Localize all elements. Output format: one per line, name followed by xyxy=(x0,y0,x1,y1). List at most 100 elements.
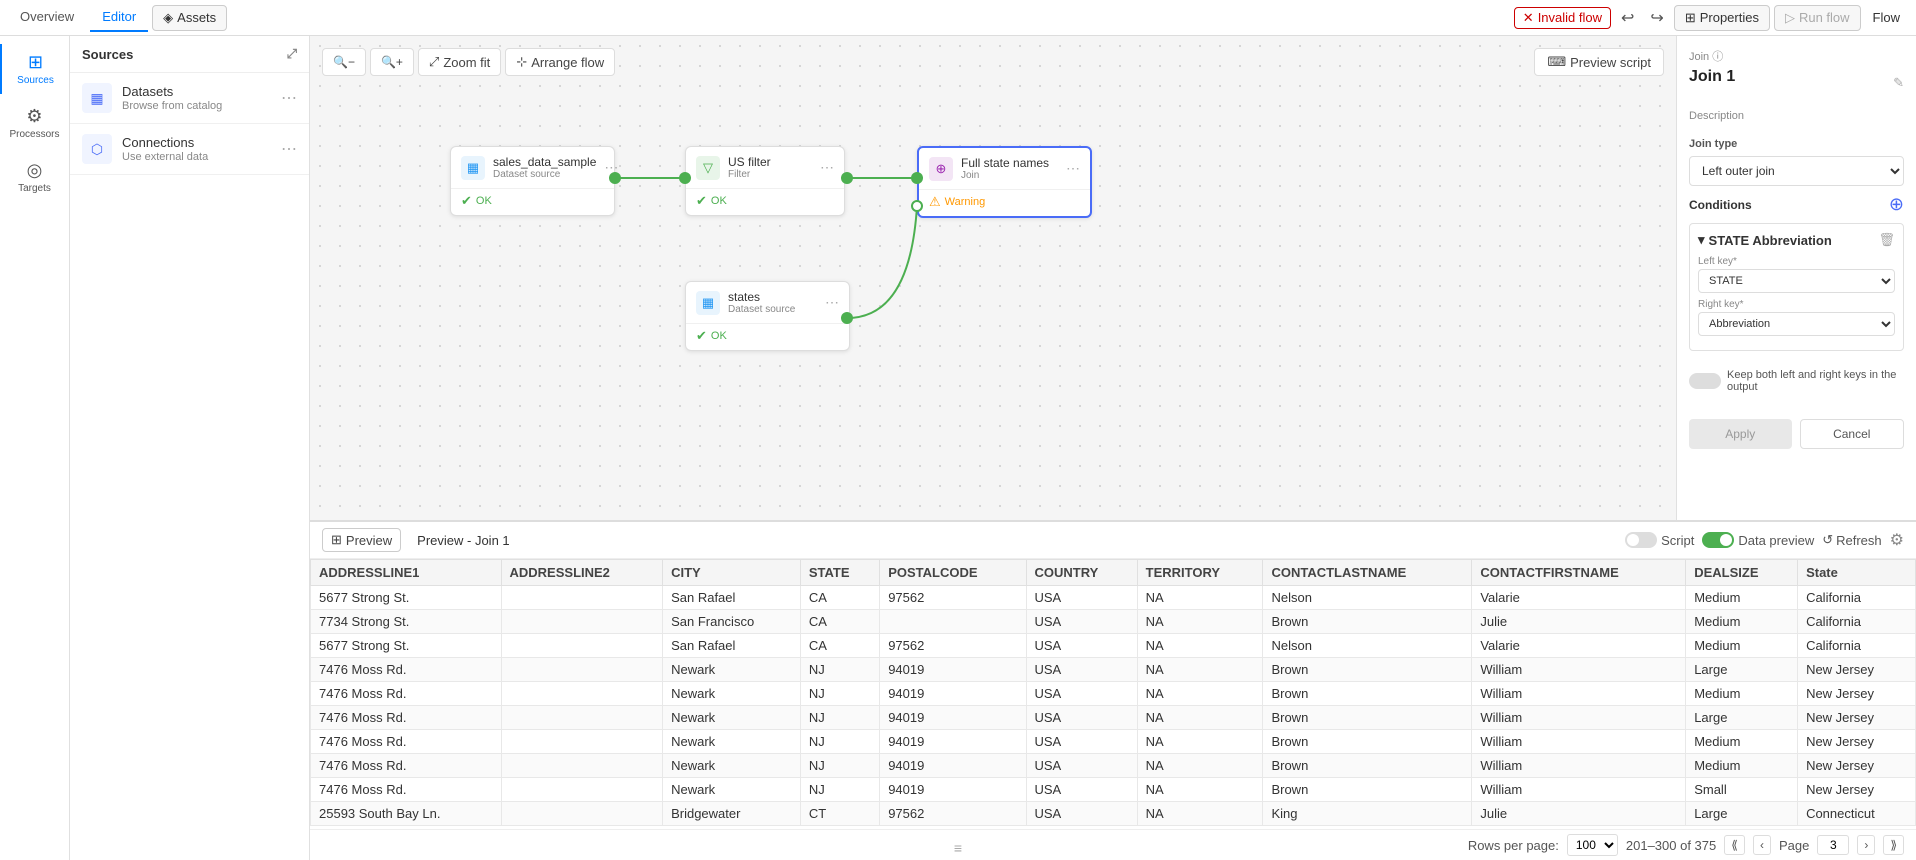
table-cell: 7476 Moss Rd. xyxy=(311,682,502,706)
zoom-in-btn[interactable]: 🔍+ xyxy=(370,48,414,76)
source-item-datasets[interactable]: ▦ Datasets Browse from catalog ⋯ xyxy=(70,73,309,124)
undo-btn[interactable]: ↩ xyxy=(1615,4,1640,32)
invalid-flow-badge[interactable]: ✕ Invalid flow xyxy=(1514,7,1611,29)
table-cell: Medium xyxy=(1686,754,1798,778)
connections-more-icon[interactable]: ⋯ xyxy=(281,139,297,159)
add-condition-btn[interactable]: ⊕ xyxy=(1889,194,1904,215)
settings-btn[interactable]: ⚙ xyxy=(1890,530,1904,550)
run-flow-label: Run flow xyxy=(1799,10,1850,25)
node-more-icon[interactable]: ⋯ xyxy=(825,294,839,311)
col-header-country[interactable]: COUNTRY xyxy=(1026,560,1137,586)
left-key-select[interactable]: STATE ADDRESSLINE1 CITY COUNTRY xyxy=(1698,269,1895,293)
keep-keys-label: Keep both left and right keys in the out… xyxy=(1727,369,1904,393)
table-cell xyxy=(501,586,663,610)
last-page-btn[interactable]: ⟫ xyxy=(1883,835,1904,855)
script-toggle[interactable]: Script xyxy=(1625,532,1694,548)
table-cell xyxy=(501,610,663,634)
overview-tab[interactable]: Overview xyxy=(8,3,86,32)
datasets-more-icon[interactable]: ⋯ xyxy=(281,88,297,108)
col-header-dealsize[interactable]: DEALSIZE xyxy=(1686,560,1798,586)
next-page-btn[interactable]: › xyxy=(1857,835,1875,855)
node-subtitle: Dataset source xyxy=(728,304,795,315)
redo-btn[interactable]: ↪ xyxy=(1644,4,1669,32)
flow-label: Flow xyxy=(1865,10,1908,25)
node-more-icon[interactable]: ⋯ xyxy=(820,159,834,176)
col-header-state[interactable]: STATE xyxy=(800,560,879,586)
table-row: 25593 South Bay Ln.BridgewaterCT97562USA… xyxy=(311,802,1916,826)
join-type-select[interactable]: Left outer join Inner join Right outer j… xyxy=(1689,156,1904,186)
connections-subtitle: Use external data xyxy=(122,151,271,163)
sidebar-item-sources[interactable]: ⊞ Sources xyxy=(0,44,69,94)
x-icon: ✕ xyxy=(1523,10,1534,26)
table-cell: CA xyxy=(800,634,879,658)
arrange-flow-label: Arrange flow xyxy=(531,55,604,70)
data-preview-toggle[interactable]: Data preview xyxy=(1702,532,1814,548)
col-header-territory[interactable]: TERRITORY xyxy=(1137,560,1263,586)
node-us-filter[interactable]: ▽ US filter Filter ⋯ ✔ OK xyxy=(685,146,845,216)
col-header-addressline2[interactable]: ADDRESSLINE2 xyxy=(501,560,663,586)
node-states[interactable]: ▦ states Dataset source ⋯ ✔ OK xyxy=(685,281,850,351)
first-page-btn[interactable]: ⟪ xyxy=(1724,835,1745,855)
check-icon: ✔ xyxy=(461,193,472,209)
delete-condition-btn[interactable]: 🗑 xyxy=(1878,232,1895,248)
right-key-select[interactable]: Abbreviation State Code xyxy=(1698,312,1895,336)
table-cell: Newark xyxy=(663,754,801,778)
page-input[interactable] xyxy=(1817,835,1849,855)
table-cell: USA xyxy=(1026,610,1137,634)
collapse-icon[interactable]: ⤢ xyxy=(287,46,297,62)
script-toggle-switch[interactable] xyxy=(1625,532,1657,548)
col-header-postalcode[interactable]: POSTALCODE xyxy=(880,560,1026,586)
node-full-state-names[interactable]: ⊕ Full state names Join ⋯ ⚠ Warning xyxy=(917,146,1092,218)
sidebar-item-processors[interactable]: ⚙ Processors xyxy=(0,98,69,148)
data-preview-switch[interactable] xyxy=(1702,532,1734,548)
table-cell: New Jersey xyxy=(1798,682,1916,706)
node-sales-data-sample[interactable]: ▦ sales_data_sample Dataset source ⋯ ✔ O… xyxy=(450,146,615,216)
zoom-out-btn[interactable]: 🔍− xyxy=(322,48,366,76)
canvas-area[interactable]: 🔍− 🔍+ ⤢ Zoom fit ⊹ Arrange flow ⌨ Previe… xyxy=(310,36,1676,520)
preview-script-btn[interactable]: ⌨ Preview script xyxy=(1534,48,1664,76)
collapse-icon[interactable]: ▾ xyxy=(1698,232,1705,248)
node-more-icon[interactable]: ⋯ xyxy=(604,159,618,176)
table-cell: USA xyxy=(1026,682,1137,706)
col-header-contactfirstname[interactable]: CONTACTFIRSTNAME xyxy=(1472,560,1686,586)
arrange-flow-btn[interactable]: ⊹ Arrange flow xyxy=(505,48,615,76)
col-header-contactlastname[interactable]: CONTACTLASTNAME xyxy=(1263,560,1472,586)
cancel-btn[interactable]: Cancel xyxy=(1800,419,1905,449)
keep-keys-row: Keep both left and right keys in the out… xyxy=(1689,369,1904,393)
run-flow-btn[interactable]: ▷ Run flow xyxy=(1774,5,1861,31)
refresh-btn[interactable]: ↺ Refresh xyxy=(1822,532,1881,548)
zoom-fit-btn[interactable]: ⤢ Zoom fit xyxy=(418,48,501,76)
table-cell: William xyxy=(1472,778,1686,802)
table-cell: NJ xyxy=(800,730,879,754)
bottom-panel: ≡ ⊞ Preview Preview - Join 1 Script Data… xyxy=(310,520,1916,860)
sidebar-item-targets[interactable]: ◎ Targets xyxy=(0,152,69,202)
node-title: US filter xyxy=(728,155,771,169)
preview-tab-btn[interactable]: ⊞ Preview xyxy=(322,528,401,552)
source-item-connections[interactable]: ⬡ Connections Use external data ⋯ xyxy=(70,124,309,175)
join-label: Join ⓘ xyxy=(1689,48,1723,64)
connections-svg xyxy=(310,36,1676,520)
properties-btn[interactable]: ⊞ Properties xyxy=(1674,5,1770,31)
data-table-container[interactable]: ADDRESSLINE1ADDRESSLINE2CITYSTATEPOSTALC… xyxy=(310,559,1916,829)
bottom-toolbar: ⊞ Preview Preview - Join 1 Script Data p… xyxy=(310,522,1916,559)
sources-header: Sources ⤢ xyxy=(70,36,309,73)
table-cell: William xyxy=(1472,658,1686,682)
apply-btn[interactable]: Apply xyxy=(1689,419,1792,449)
col-header-state[interactable]: State xyxy=(1798,560,1916,586)
table-cell: 94019 xyxy=(880,706,1026,730)
edit-icon[interactable]: ✎ xyxy=(1893,75,1904,91)
drag-handle[interactable]: ≡ xyxy=(954,840,962,856)
data-preview-label: Data preview xyxy=(1738,533,1814,548)
keep-keys-toggle[interactable] xyxy=(1689,373,1721,389)
col-header-addressline1[interactable]: ADDRESSLINE1 xyxy=(311,560,502,586)
table-cell: 7476 Moss Rd. xyxy=(311,706,502,730)
table-cell: NJ xyxy=(800,754,879,778)
node-more-icon[interactable]: ⋯ xyxy=(1066,160,1080,177)
editor-tab[interactable]: Editor xyxy=(90,3,148,32)
rows-per-page-select[interactable]: 1005025 xyxy=(1567,834,1618,856)
prev-page-btn[interactable]: ‹ xyxy=(1753,835,1771,855)
table-cell: NA xyxy=(1137,586,1263,610)
col-header-city[interactable]: CITY xyxy=(663,560,801,586)
description-label: Description xyxy=(1689,110,1904,122)
assets-btn[interactable]: ◈ Assets xyxy=(152,5,227,31)
